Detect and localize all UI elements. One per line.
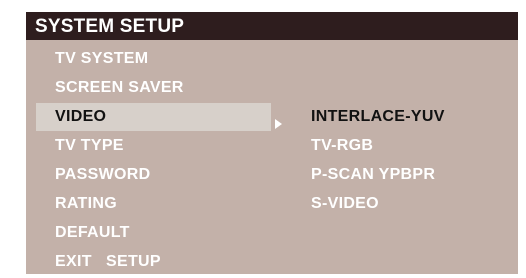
menu-item-label: VIDEO	[55, 108, 107, 125]
menu-item-exit-setup[interactable]: EXIT SETUP	[26, 248, 276, 274]
menu-item-screen-saver[interactable]: SCREEN SAVER	[26, 74, 276, 102]
menu-item-video[interactable]: VIDEO	[36, 103, 271, 131]
menu-item-tv-system[interactable]: TV SYSTEM	[26, 45, 276, 73]
submenu-item-label: INTERLACE-YUV	[311, 108, 445, 125]
menu-title: SYSTEM SETUP	[35, 16, 185, 37]
menu-item-label: SCREEN SAVER	[55, 79, 184, 96]
menu-item-tv-type[interactable]: TV TYPE	[26, 132, 276, 160]
menu-item-label: TV SYSTEM	[55, 50, 149, 67]
submenu-item-label: TV-RGB	[311, 137, 374, 154]
menu-item-label: PASSWORD	[55, 166, 151, 183]
submenu-item-label: S-VIDEO	[311, 195, 379, 212]
menu-item-label: DEFAULT	[55, 224, 130, 241]
menu-item-password[interactable]: PASSWORD	[26, 161, 276, 189]
triangle-right-icon	[275, 119, 282, 129]
menu-item-label: RATING	[55, 195, 117, 212]
menu-item-rating[interactable]: RATING	[26, 190, 276, 218]
menu-item-default[interactable]: DEFAULT	[26, 219, 276, 247]
title-bar: SYSTEM SETUP	[26, 12, 518, 40]
menu-item-label: TV TYPE	[55, 137, 124, 154]
system-setup-menu: SYSTEM SETUP TV SYSTEM SCREEN SAVER VIDE…	[26, 12, 518, 274]
submenu-item-label: P-SCAN YPBPR	[311, 166, 436, 183]
menu-item-label: EXIT SETUP	[55, 253, 161, 270]
